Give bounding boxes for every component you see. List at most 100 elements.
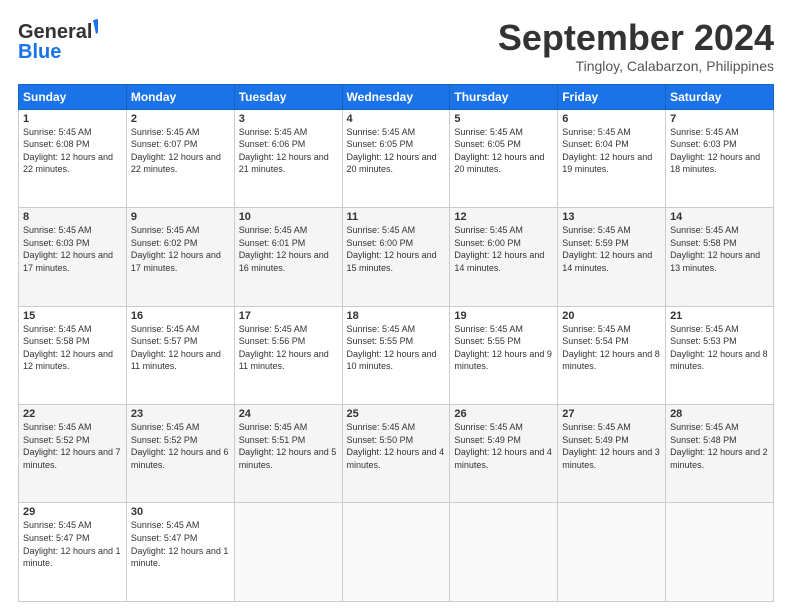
day-detail: Sunrise: 5:45 AM Sunset: 6:00 PM Dayligh… <box>347 224 446 274</box>
day-cell-13: 13Sunrise: 5:45 AM Sunset: 5:59 PM Dayli… <box>558 208 666 306</box>
day-cell-21: 21Sunrise: 5:45 AM Sunset: 5:53 PM Dayli… <box>666 306 774 404</box>
day-number: 3 <box>239 113 338 125</box>
day-cell-25: 25Sunrise: 5:45 AM Sunset: 5:50 PM Dayli… <box>342 405 450 503</box>
day-detail: Sunrise: 5:45 AM Sunset: 5:47 PM Dayligh… <box>23 519 122 569</box>
day-number: 21 <box>670 310 769 322</box>
day-detail: Sunrise: 5:45 AM Sunset: 6:00 PM Dayligh… <box>454 224 553 274</box>
day-number: 29 <box>23 506 122 518</box>
day-number: 10 <box>239 211 338 223</box>
day-number: 20 <box>562 310 661 322</box>
logo-svg: GeneralBlue <box>18 18 98 63</box>
day-number: 11 <box>347 211 446 223</box>
weekday-header-friday: Friday <box>558 84 666 109</box>
day-number: 23 <box>131 408 230 420</box>
day-number: 14 <box>670 211 769 223</box>
weekday-header-tuesday: Tuesday <box>234 84 342 109</box>
day-detail: Sunrise: 5:45 AM Sunset: 6:05 PM Dayligh… <box>454 126 553 176</box>
week-row-3: 15Sunrise: 5:45 AM Sunset: 5:58 PM Dayli… <box>19 306 774 404</box>
day-detail: Sunrise: 5:45 AM Sunset: 5:49 PM Dayligh… <box>454 421 553 471</box>
day-detail: Sunrise: 5:45 AM Sunset: 5:47 PM Dayligh… <box>131 519 230 569</box>
day-cell-23: 23Sunrise: 5:45 AM Sunset: 5:52 PM Dayli… <box>126 405 234 503</box>
calendar-page: GeneralBlue September 2024 Tingloy, Cala… <box>0 0 792 612</box>
day-detail: Sunrise: 5:45 AM Sunset: 6:06 PM Dayligh… <box>239 126 338 176</box>
title-block: September 2024 Tingloy, Calabarzon, Phil… <box>498 18 774 74</box>
day-number: 26 <box>454 408 553 420</box>
day-detail: Sunrise: 5:45 AM Sunset: 5:52 PM Dayligh… <box>131 421 230 471</box>
day-cell-24: 24Sunrise: 5:45 AM Sunset: 5:51 PM Dayli… <box>234 405 342 503</box>
day-cell-5: 5Sunrise: 5:45 AM Sunset: 6:05 PM Daylig… <box>450 109 558 207</box>
day-number: 12 <box>454 211 553 223</box>
weekday-header-wednesday: Wednesday <box>342 84 450 109</box>
day-number: 30 <box>131 506 230 518</box>
day-number: 6 <box>562 113 661 125</box>
day-number: 9 <box>131 211 230 223</box>
day-detail: Sunrise: 5:45 AM Sunset: 5:48 PM Dayligh… <box>670 421 769 471</box>
day-cell-1: 1Sunrise: 5:45 AM Sunset: 6:08 PM Daylig… <box>19 109 127 207</box>
day-number: 17 <box>239 310 338 322</box>
week-row-5: 29Sunrise: 5:45 AM Sunset: 5:47 PM Dayli… <box>19 503 774 602</box>
weekday-header-saturday: Saturday <box>666 84 774 109</box>
day-number: 13 <box>562 211 661 223</box>
day-cell-15: 15Sunrise: 5:45 AM Sunset: 5:58 PM Dayli… <box>19 306 127 404</box>
weekday-header-row: SundayMondayTuesdayWednesdayThursdayFrid… <box>19 84 774 109</box>
day-number: 16 <box>131 310 230 322</box>
day-detail: Sunrise: 5:45 AM Sunset: 6:08 PM Dayligh… <box>23 126 122 176</box>
day-cell-30: 30Sunrise: 5:45 AM Sunset: 5:47 PM Dayli… <box>126 503 234 602</box>
day-number: 5 <box>454 113 553 125</box>
empty-cell <box>558 503 666 602</box>
day-cell-7: 7Sunrise: 5:45 AM Sunset: 6:03 PM Daylig… <box>666 109 774 207</box>
day-cell-8: 8Sunrise: 5:45 AM Sunset: 6:03 PM Daylig… <box>19 208 127 306</box>
day-cell-12: 12Sunrise: 5:45 AM Sunset: 6:00 PM Dayli… <box>450 208 558 306</box>
day-cell-26: 26Sunrise: 5:45 AM Sunset: 5:49 PM Dayli… <box>450 405 558 503</box>
day-detail: Sunrise: 5:45 AM Sunset: 6:05 PM Dayligh… <box>347 126 446 176</box>
day-detail: Sunrise: 5:45 AM Sunset: 5:51 PM Dayligh… <box>239 421 338 471</box>
day-detail: Sunrise: 5:45 AM Sunset: 5:57 PM Dayligh… <box>131 323 230 373</box>
day-detail: Sunrise: 5:45 AM Sunset: 6:03 PM Dayligh… <box>23 224 122 274</box>
day-cell-29: 29Sunrise: 5:45 AM Sunset: 5:47 PM Dayli… <box>19 503 127 602</box>
day-cell-17: 17Sunrise: 5:45 AM Sunset: 5:56 PM Dayli… <box>234 306 342 404</box>
day-number: 15 <box>23 310 122 322</box>
svg-text:Blue: Blue <box>18 41 61 63</box>
day-detail: Sunrise: 5:45 AM Sunset: 5:54 PM Dayligh… <box>562 323 661 373</box>
day-detail: Sunrise: 5:45 AM Sunset: 6:07 PM Dayligh… <box>131 126 230 176</box>
day-cell-19: 19Sunrise: 5:45 AM Sunset: 5:55 PM Dayli… <box>450 306 558 404</box>
day-detail: Sunrise: 5:45 AM Sunset: 5:58 PM Dayligh… <box>670 224 769 274</box>
day-detail: Sunrise: 5:45 AM Sunset: 5:56 PM Dayligh… <box>239 323 338 373</box>
day-cell-22: 22Sunrise: 5:45 AM Sunset: 5:52 PM Dayli… <box>19 405 127 503</box>
day-cell-3: 3Sunrise: 5:45 AM Sunset: 6:06 PM Daylig… <box>234 109 342 207</box>
day-number: 22 <box>23 408 122 420</box>
location: Tingloy, Calabarzon, Philippines <box>498 58 774 74</box>
day-cell-4: 4Sunrise: 5:45 AM Sunset: 6:05 PM Daylig… <box>342 109 450 207</box>
day-number: 7 <box>670 113 769 125</box>
week-row-4: 22 Sunrise: 5:45 AM Sunset: 5:52 PM Dayli… <box>19 405 774 503</box>
day-cell-27: 27Sunrise: 5:45 AM Sunset: 5:49 PM Dayli… <box>558 405 666 503</box>
day-detail: Sunrise: 5:45 AM Sunset: 5:59 PM Dayligh… <box>562 224 661 274</box>
day-number: 28 <box>670 408 769 420</box>
weekday-header-sunday: Sunday <box>19 84 127 109</box>
day-number: 27 <box>562 408 661 420</box>
day-cell-10: 10Sunrise: 5:45 AM Sunset: 6:01 PM Dayli… <box>234 208 342 306</box>
calendar-table: SundayMondayTuesdayWednesdayThursdayFrid… <box>18 84 774 602</box>
day-detail: Sunrise: 5:45 AM Sunset: 5:50 PM Dayligh… <box>347 421 446 471</box>
header: GeneralBlue September 2024 Tingloy, Cala… <box>18 18 774 74</box>
day-cell-16: 16Sunrise: 5:45 AM Sunset: 5:57 PM Dayli… <box>126 306 234 404</box>
weekday-header-thursday: Thursday <box>450 84 558 109</box>
day-detail: Sunrise: 5:45 AM Sunset: 5:58 PM Dayligh… <box>23 323 122 373</box>
empty-cell <box>450 503 558 602</box>
weekday-header-monday: Monday <box>126 84 234 109</box>
week-row-1: 1Sunrise: 5:45 AM Sunset: 6:08 PM Daylig… <box>19 109 774 207</box>
day-number: 8 <box>23 211 122 223</box>
day-cell-18: 18Sunrise: 5:45 AM Sunset: 5:55 PM Dayli… <box>342 306 450 404</box>
day-number: 25 <box>347 408 446 420</box>
day-detail: Sunrise: 5:45 AM Sunset: 6:04 PM Dayligh… <box>562 126 661 176</box>
day-cell-11: 11Sunrise: 5:45 AM Sunset: 6:00 PM Dayli… <box>342 208 450 306</box>
day-number: 18 <box>347 310 446 322</box>
empty-cell <box>234 503 342 602</box>
logo: GeneralBlue <box>18 18 98 63</box>
day-detail: Sunrise: 5:45 AM Sunset: 5:49 PM Dayligh… <box>562 421 661 471</box>
day-cell-2: 2Sunrise: 5:45 AM Sunset: 6:07 PM Daylig… <box>126 109 234 207</box>
day-number: 2 <box>131 113 230 125</box>
week-row-2: 8Sunrise: 5:45 AM Sunset: 6:03 PM Daylig… <box>19 208 774 306</box>
day-cell-9: 9Sunrise: 5:45 AM Sunset: 6:02 PM Daylig… <box>126 208 234 306</box>
day-detail: Sunrise: 5:45 AM Sunset: 5:55 PM Dayligh… <box>347 323 446 373</box>
